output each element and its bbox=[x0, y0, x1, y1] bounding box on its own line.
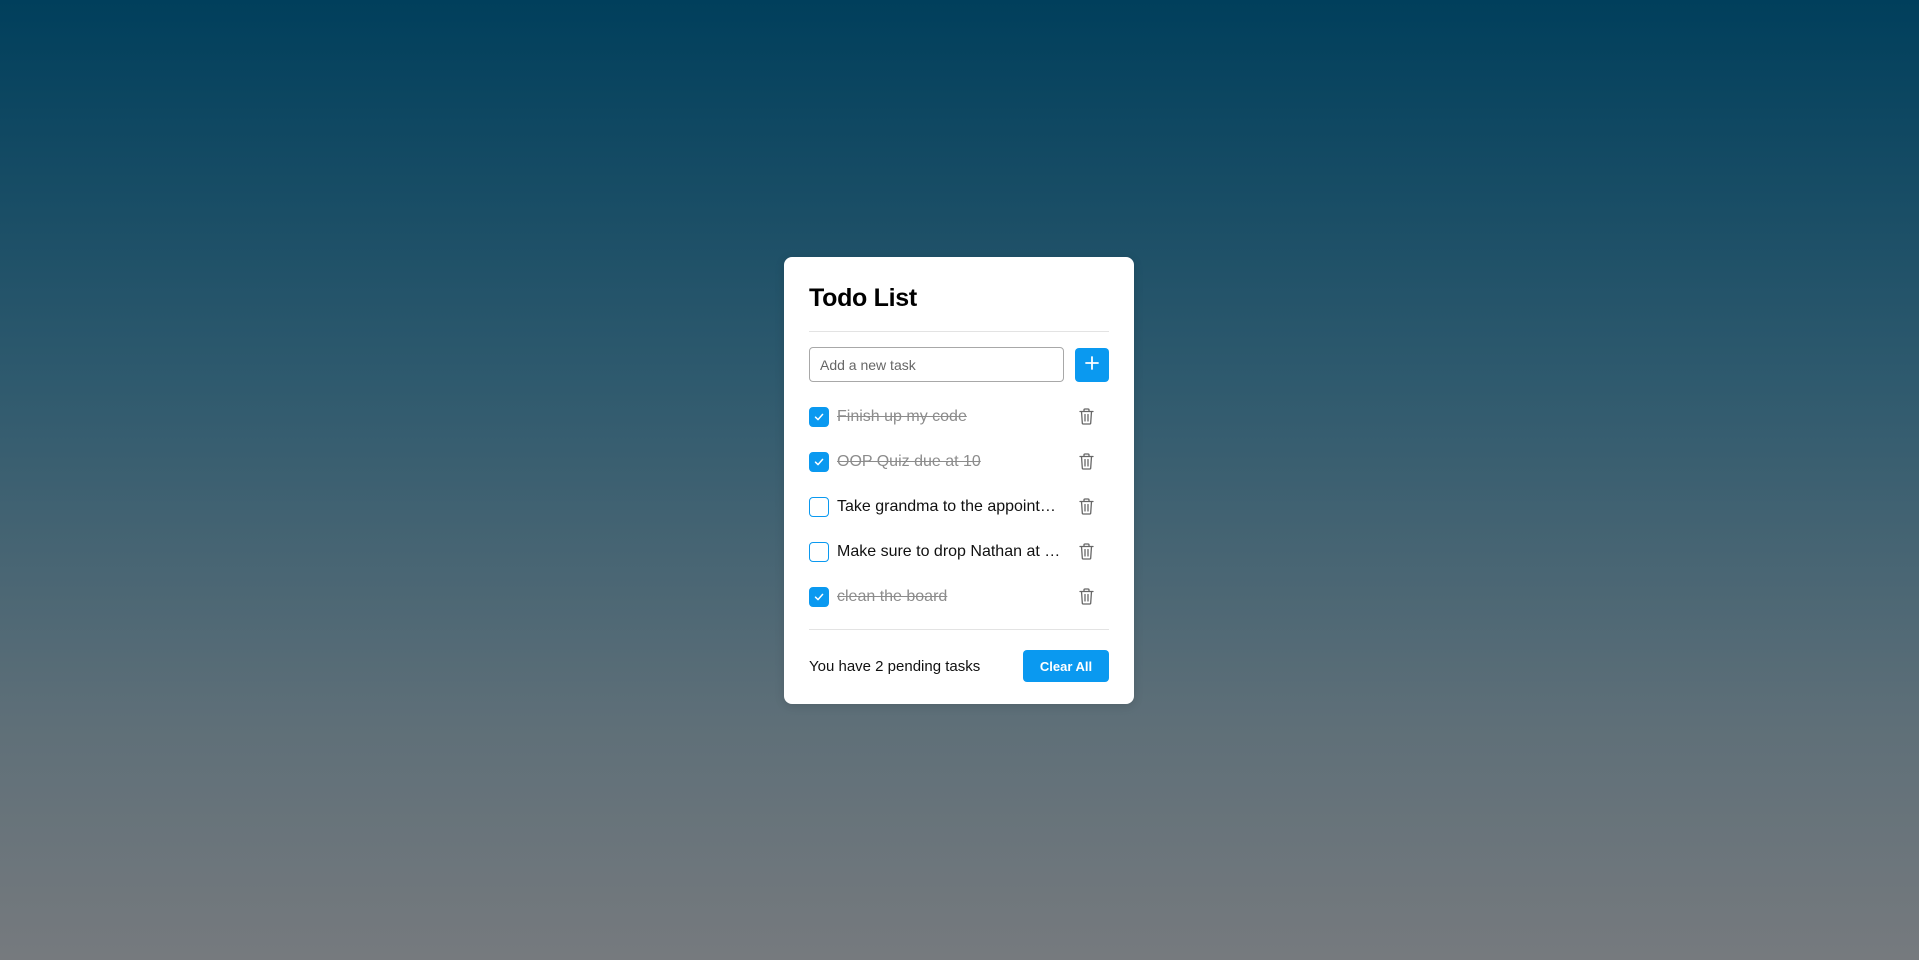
task-text: Finish up my code bbox=[837, 407, 967, 425]
clear-all-button[interactable]: Clear All bbox=[1023, 650, 1109, 682]
new-task-input[interactable] bbox=[809, 347, 1064, 382]
task-item: Finish up my code bbox=[809, 394, 1109, 439]
task-checkbox[interactable] bbox=[809, 586, 829, 607]
footer-divider bbox=[809, 629, 1109, 630]
task-checkbox[interactable] bbox=[809, 496, 829, 517]
trash-icon[interactable] bbox=[1077, 588, 1095, 606]
task-checkbox[interactable] bbox=[809, 406, 829, 427]
task-checkbox[interactable] bbox=[809, 451, 829, 472]
new-task-row bbox=[809, 347, 1109, 382]
page-title: Todo List bbox=[809, 284, 917, 312]
check-icon bbox=[813, 456, 825, 468]
pending-count: You have 2 pending tasks bbox=[809, 657, 981, 675]
task-item: Take grandma to the appointment bbox=[809, 484, 1109, 529]
trash-icon[interactable] bbox=[1077, 408, 1095, 426]
trash-icon[interactable] bbox=[1077, 498, 1095, 516]
check-icon bbox=[813, 591, 825, 603]
check-icon bbox=[813, 411, 825, 423]
todo-card: Todo List Finish up my code OOP Quiz due … bbox=[784, 257, 1134, 704]
trash-icon[interactable] bbox=[1077, 543, 1095, 561]
task-text: clean the board bbox=[837, 587, 948, 605]
header-divider bbox=[809, 331, 1109, 332]
task-checkbox[interactable] bbox=[809, 541, 829, 562]
task-item: Make sure to drop Nathan at school bbox=[809, 529, 1109, 574]
task-text: Make sure to drop Nathan at school bbox=[837, 542, 1062, 560]
footer: You have 2 pending tasks Clear All bbox=[809, 650, 1109, 682]
task-text: OOP Quiz due at 10 bbox=[837, 452, 981, 470]
task-item: OOP Quiz due at 10 bbox=[809, 439, 1109, 484]
task-list: Finish up my code OOP Quiz due at 10 Take … bbox=[809, 394, 1109, 619]
task-item: clean the board bbox=[809, 574, 1109, 619]
plus-icon bbox=[1085, 356, 1099, 373]
task-text: Take grandma to the appointment bbox=[837, 497, 1062, 515]
add-task-button[interactable] bbox=[1075, 347, 1109, 382]
trash-icon[interactable] bbox=[1077, 453, 1095, 471]
